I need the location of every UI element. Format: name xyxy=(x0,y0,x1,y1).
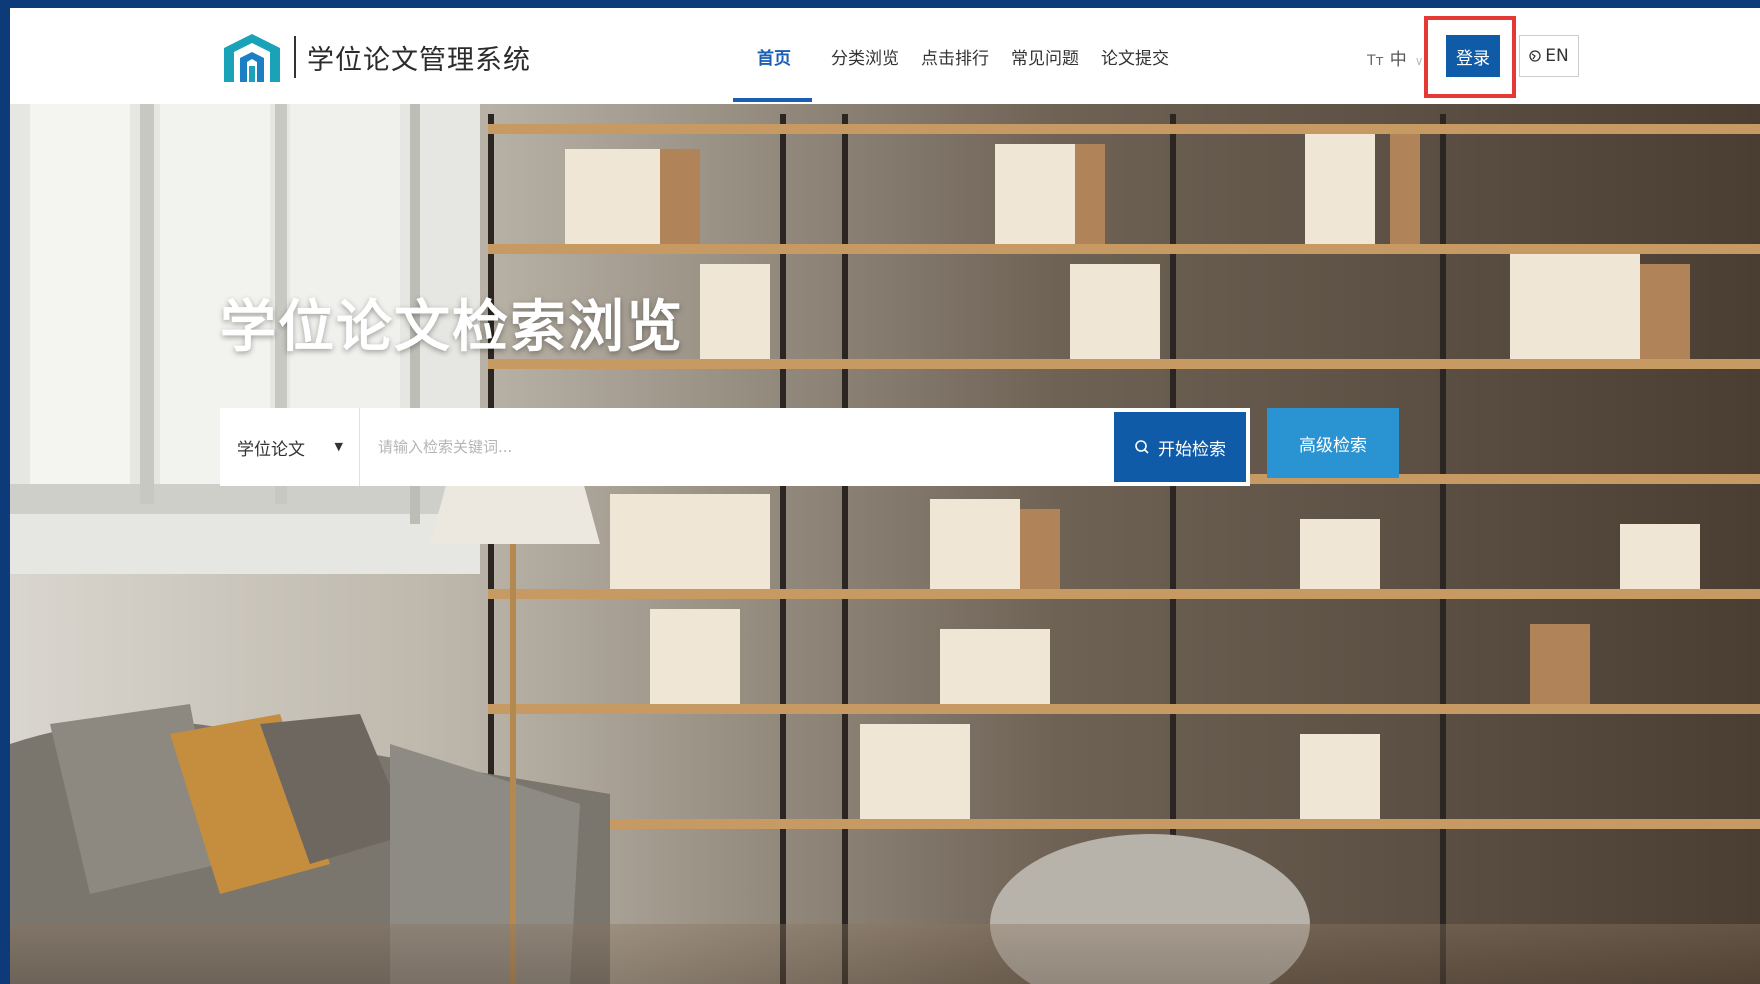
nav-click-ranking[interactable]: 点击排行 xyxy=(921,44,989,69)
logo-divider xyxy=(294,36,296,78)
nav-home[interactable]: 首页 xyxy=(757,44,791,69)
nav-thesis-submit[interactable]: 论文提交 xyxy=(1101,44,1169,69)
login-button[interactable]: 登录 xyxy=(1446,35,1500,77)
font-size-icon: Tт xyxy=(1367,53,1384,69)
font-switch-label: 中 xyxy=(1389,50,1407,70)
hero-title: 学位论文检索浏览 xyxy=(220,295,684,360)
advanced-search-button[interactable]: 高级检索 xyxy=(1267,408,1399,478)
top-header: 学位论文管理系统 首页 分类浏览 点击排行 常见问题 论文提交 Tт 中 ∨ 登录 … xyxy=(10,8,1760,104)
start-search-button[interactable]: 开始检索 xyxy=(1114,412,1246,482)
app-frame: 学位论文管理系统 首页 分类浏览 点击排行 常见问题 论文提交 Tт 中 ∨ 登录 … xyxy=(10,8,1760,984)
search-type-select[interactable]: 学位论文 ▼ xyxy=(220,408,360,486)
globe-icon xyxy=(1529,50,1541,62)
search-input[interactable] xyxy=(360,408,1114,486)
hero-banner: 学位论文检索浏览 学位论文 ▼ 开始检索 高级检索 xyxy=(10,104,1760,984)
language-toggle-button[interactable]: EN xyxy=(1519,35,1579,77)
caret-down-icon: ▼ xyxy=(334,440,343,453)
chevron-down-icon: ∨ xyxy=(1414,54,1424,68)
bookshelf-background-image xyxy=(10,104,1760,984)
system-name: 学位论文管理系统 xyxy=(307,45,531,76)
search-type-value: 学位论文 xyxy=(237,439,305,460)
library-logo-icon xyxy=(224,34,280,82)
nav-active-indicator xyxy=(733,98,812,102)
font-language-switch[interactable]: Tт 中 ∨ xyxy=(1367,45,1424,70)
nav-category-browse[interactable]: 分类浏览 xyxy=(831,44,899,69)
language-label: EN xyxy=(1545,46,1569,66)
start-search-label: 开始检索 xyxy=(1158,439,1226,459)
nav-faq[interactable]: 常见问题 xyxy=(1011,44,1079,69)
search-icon xyxy=(1135,440,1149,454)
search-bar: 学位论文 ▼ 开始检索 xyxy=(220,408,1250,486)
